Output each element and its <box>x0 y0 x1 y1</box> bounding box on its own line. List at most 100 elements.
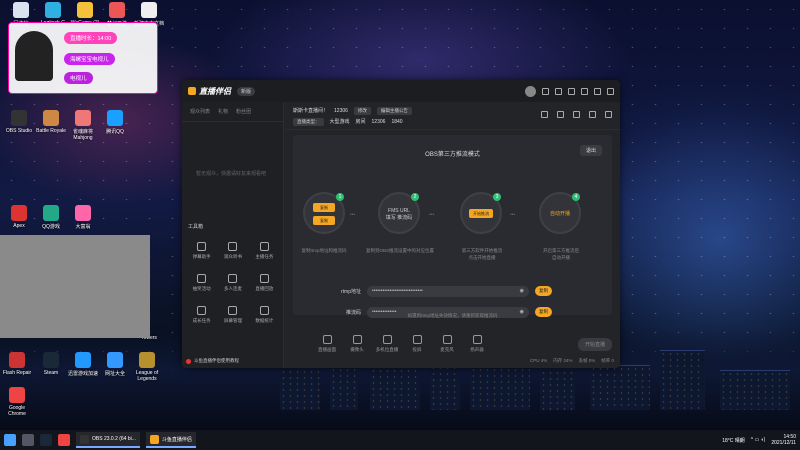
room-id-value: 12306 <box>371 118 386 125</box>
windows-start-icon[interactable] <box>4 434 16 446</box>
app-icon <box>75 205 91 221</box>
tool-item[interactable]: 数据统计 <box>249 306 280 324</box>
task-live-companion[interactable]: 斗鱼直播伴侣 <box>145 432 196 448</box>
share-icon[interactable] <box>605 111 612 118</box>
tool-item[interactable]: 成长任务 <box>186 306 217 324</box>
exit-obs-button[interactable]: 退出 <box>579 145 602 156</box>
tool-item[interactable]: 屏幕管理 <box>217 306 248 324</box>
bottom-tool-label: 摄像头 <box>350 347 364 352</box>
desktop-icon[interactable]: QQ游戏 <box>34 205 68 230</box>
gift-icon[interactable] <box>541 111 548 118</box>
bottom-tool-icon <box>322 335 332 344</box>
weather[interactable]: 18°C 晴朗 <box>722 437 745 444</box>
skin-icon[interactable] <box>555 87 562 95</box>
tool-item[interactable]: 直播回放 <box>249 274 280 292</box>
desktop-icon[interactable]: OBS Studio <box>2 110 36 134</box>
task-obs[interactable]: OBS 23.0.2 (64 bi... <box>76 432 140 448</box>
tool-item[interactable]: 多人连麦 <box>217 274 248 292</box>
eye-icon[interactable]: ◉ <box>520 288 524 294</box>
version-badge[interactable]: 新版 <box>237 86 256 96</box>
steam-taskbar-icon[interactable] <box>40 434 52 446</box>
main-panel: 斯斯卡直播间！ 12306 修改 编辑主播公告 直播类型： 大型游戏 房间 1 2… <box>285 102 620 368</box>
announcement-button[interactable]: 编辑主播公告 <box>376 106 412 115</box>
tool-item[interactable]: 抽奖活动 <box>186 274 217 292</box>
desktop-icon-label: League of Legends <box>135 370 159 382</box>
desktop-icon[interactable]: 腾讯QQ <box>98 110 132 135</box>
stream-overlay-widget[interactable]: 直播时长：14:00 海螺宝宝电视儿 电视儿 <box>8 22 158 94</box>
start-live-button[interactable]: 开始直播 <box>577 337 612 351</box>
desktop-icon-label: OBS Studio <box>5 128 33 134</box>
streamer-name-chip: 海螺宝宝电视儿 <box>64 53 115 65</box>
desktop-icon[interactable]: 大富翁 <box>66 205 100 230</box>
step-4-text: 自动开播 <box>549 211 570 217</box>
tool-item[interactable]: 观众听书 <box>217 242 248 260</box>
desktop-icon[interactable]: Steam <box>34 352 68 376</box>
app-icon <box>107 352 123 368</box>
tutorial-link[interactable]: 斗鱼直播伴侣使用教程 <box>186 358 239 364</box>
bottom-tool[interactable]: 投屏 <box>403 335 431 353</box>
tab-audience[interactable]: 观众列表 <box>190 108 210 115</box>
room-title[interactable]: 斯斯卡直播间！ <box>293 107 328 114</box>
search-icon[interactable] <box>22 434 34 446</box>
edit-room-button[interactable]: 修改 <box>353 106 371 115</box>
rtmp-field[interactable]: ••••••••••••••••••••••••••••• ◉ <box>367 285 529 297</box>
desktop-icon[interactable]: Flash Repair <box>0 352 34 376</box>
category-value[interactable]: 大型游戏 <box>330 118 350 125</box>
step-4-caption: 开启第三方推流后 自动开播 <box>543 248 579 260</box>
close-icon[interactable] <box>607 87 614 95</box>
tool-icon <box>197 274 207 283</box>
rtmp-value: ••••••••••••••••••••••••••••• <box>372 288 423 294</box>
lock-icon[interactable] <box>557 111 564 118</box>
menu-icon[interactable] <box>568 87 575 95</box>
app-logo: 直播伴侣 <box>188 86 231 97</box>
desktop-icon-label: 网址大全 <box>104 371 125 377</box>
desktop-icon[interactable]: Battle Royale <box>34 110 68 134</box>
bottom-tool[interactable]: 摄像头 <box>343 335 371 353</box>
bottom-tool-label: 投屏 <box>412 347 422 352</box>
step-2: 2 FMS URL 填写 推流码 <box>378 192 420 234</box>
app-title: 直播伴侣 <box>199 86 231 96</box>
chrome-taskbar-icon[interactable] <box>58 434 70 446</box>
desktop-icon[interactable]: Google Chrome <box>0 387 34 417</box>
bell-icon[interactable] <box>589 111 596 118</box>
app-icon <box>11 205 27 221</box>
obs-mode-title: OBS第三方推流模式 <box>425 152 480 158</box>
tool-item[interactable]: 主播任务 <box>249 242 280 260</box>
user-avatar[interactable] <box>525 85 536 97</box>
stat-item: 内存 24% <box>553 358 573 363</box>
copy-rtmp-button[interactable]: 复制 <box>535 286 552 296</box>
stat-item: 帧率 0 <box>601 358 614 363</box>
maximize-icon[interactable] <box>594 87 601 95</box>
mail-icon[interactable] <box>542 87 549 95</box>
bottom-tool[interactable]: 直播画面 <box>313 335 341 353</box>
app-logo-icon <box>188 87 196 95</box>
step-1-copy-top[interactable]: 复制 <box>313 203 335 212</box>
desktop-icon[interactable]: 雀魂麻将 Mahjong <box>66 110 100 141</box>
arrow-3: ••• <box>510 212 516 218</box>
desktop-icon-label: 腾讯QQ <box>106 129 124 135</box>
step-1-number: 1 <box>336 193 344 201</box>
clock-date: 2021/12/11 <box>771 440 796 446</box>
tray-icons[interactable]: ^ ▭ ◖) <box>751 437 766 443</box>
tab-fans[interactable]: 粉丝团 <box>236 108 251 115</box>
step-1-copy-bottom[interactable]: 复制 <box>313 216 335 225</box>
desktop-icon[interactable]: Apex <box>2 205 36 229</box>
tool-item[interactable]: 弹幕助手 <box>186 242 217 260</box>
desktop-icon[interactable]: League of Legends <box>130 352 164 382</box>
bottom-tool[interactable]: 麦克风 <box>433 335 461 353</box>
tab-gifts[interactable]: 礼物 <box>218 108 228 115</box>
screen-icon[interactable] <box>573 111 580 118</box>
tool-label: 数据统计 <box>255 318 274 323</box>
bottom-tool[interactable]: 多机位直播 <box>373 335 401 353</box>
title-bar[interactable]: 直播伴侣 新版 <box>182 80 620 102</box>
room-id-label: 房间 <box>355 119 366 125</box>
tool-icon <box>259 306 269 315</box>
minimize-icon[interactable] <box>581 87 588 95</box>
desktop-icon[interactable]: 网址大全 <box>98 352 132 377</box>
live-companion-window[interactable]: 直播伴侣 新版 观众列表 礼物 粉丝团 暂无观众，快邀请好友来观看吧 工具箱 弹… <box>182 80 620 368</box>
bottom-tool[interactable]: 扬声器 <box>463 335 491 353</box>
desktop-icon[interactable]: 迅雷游戏加速 <box>66 352 100 377</box>
clock[interactable]: 14:50 2021/12/11 <box>771 434 796 446</box>
category-label: 直播类型： <box>293 117 324 126</box>
taskbar: OBS 23.0.2 (64 bi... 斗鱼直播伴侣 18°C 晴朗 ^ ▭ … <box>0 430 800 450</box>
